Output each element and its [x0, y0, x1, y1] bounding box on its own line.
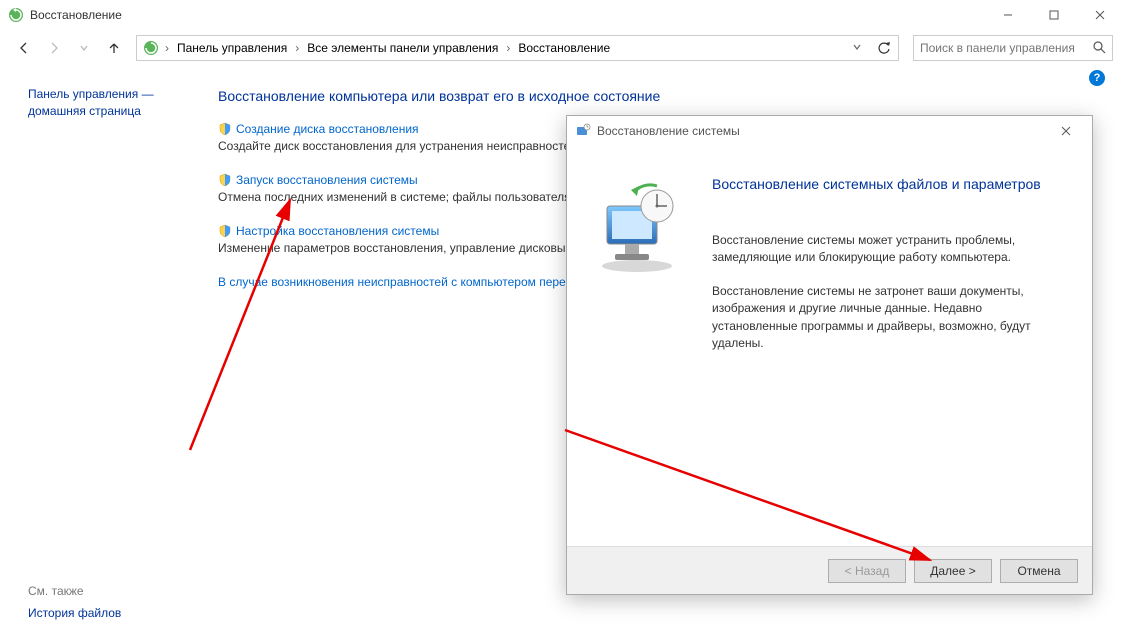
search-input[interactable] — [920, 41, 1092, 55]
dialog-body: Восстановление системных файлов и параме… — [567, 146, 1092, 546]
app-icon — [8, 7, 24, 23]
dialog-close-button[interactable] — [1046, 119, 1086, 143]
window-titlebar: Восстановление — [0, 0, 1123, 30]
dialog-heading: Восстановление системных файлов и параме… — [712, 176, 1067, 192]
dialog-icon — [575, 123, 591, 139]
breadcrumb-segment[interactable]: Все элементы панели управления — [303, 39, 502, 57]
shield-icon — [218, 173, 232, 187]
dialog-content: Восстановление системных файлов и параме… — [707, 146, 1092, 546]
maximize-button[interactable] — [1031, 0, 1077, 30]
next-button[interactable]: Далее > — [914, 559, 992, 583]
breadcrumb-segment[interactable]: Восстановление — [514, 39, 614, 57]
forward-button[interactable] — [40, 34, 68, 62]
refresh-button[interactable] — [872, 36, 896, 60]
search-box[interactable] — [913, 35, 1113, 61]
file-history-link[interactable]: История файлов — [28, 606, 190, 620]
search-icon[interactable] — [1092, 40, 1106, 57]
chevron-right-icon[interactable]: › — [293, 41, 301, 55]
dialog-paragraph-2: Восстановление системы не затронет ваши … — [712, 283, 1067, 353]
location-icon — [143, 40, 159, 56]
minimize-button[interactable] — [985, 0, 1031, 30]
help-icon[interactable]: ? — [1089, 70, 1105, 86]
breadcrumb: › Панель управления › Все элементы панел… — [163, 39, 846, 57]
shield-icon — [218, 224, 232, 238]
dialog-paragraph-1: Восстановление системы может устранить п… — [712, 232, 1067, 267]
control-panel-home-link[interactable]: Панель управления — домашняя страница — [28, 86, 190, 120]
cancel-button[interactable]: Отмена — [1000, 559, 1078, 583]
chevron-right-icon[interactable]: › — [163, 41, 171, 55]
page-heading: Восстановление компьютера или возврат ег… — [218, 88, 1093, 104]
back-button[interactable] — [10, 34, 38, 62]
option-link[interactable]: Настройка восстановления системы — [236, 224, 439, 238]
up-button[interactable] — [100, 34, 128, 62]
navigation-bar: › Панель управления › Все элементы панел… — [0, 30, 1123, 66]
dialog-titlebar[interactable]: Восстановление системы — [567, 116, 1092, 146]
see-also-label: См. также — [28, 584, 190, 598]
close-button[interactable] — [1077, 0, 1123, 30]
system-restore-dialog: Восстановление системы Восстановление си… — [566, 115, 1093, 595]
window-title: Восстановление — [30, 8, 122, 22]
shield-icon — [218, 122, 232, 136]
dialog-illustration — [567, 146, 707, 546]
window-controls — [985, 0, 1123, 30]
dialog-title: Восстановление системы — [597, 124, 740, 138]
address-bar[interactable]: › Панель управления › Все элементы панел… — [136, 35, 899, 61]
back-button[interactable]: < Назад — [828, 559, 906, 583]
sidebar: Панель управления — домашняя страница См… — [0, 66, 200, 630]
dialog-footer: < Назад Далее > Отмена — [567, 546, 1092, 594]
option-link[interactable]: Создание диска восстановления — [236, 122, 419, 136]
address-dropdown-icon[interactable] — [846, 41, 868, 55]
chevron-right-icon[interactable]: › — [504, 41, 512, 55]
breadcrumb-segment[interactable]: Панель управления — [173, 39, 291, 57]
option-link[interactable]: Запуск восстановления системы — [236, 173, 418, 187]
recent-dropdown-icon[interactable] — [70, 34, 98, 62]
